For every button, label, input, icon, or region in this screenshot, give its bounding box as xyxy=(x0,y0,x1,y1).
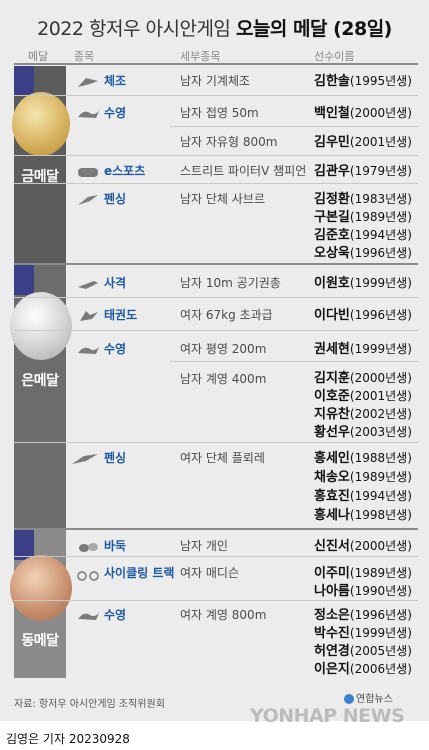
bronze-medal-image xyxy=(10,555,72,621)
gold-athlete-5b: 구본길(1989년생) xyxy=(314,210,412,225)
gold-event-3: 남자 자유형 800m xyxy=(180,135,278,149)
gold-athlete-5d: 오상욱(1996년생) xyxy=(314,246,412,261)
gold-athlete-5a: 김정환(1983년생) xyxy=(314,192,412,207)
silver-medal-label: 은메달 xyxy=(21,373,59,389)
page-title: 2022 항저우 아시안게임 오늘의 메달 (28일) xyxy=(37,18,392,40)
page-title-bold: 오늘의 메달 (28일) xyxy=(235,18,392,40)
source-note: 자료: 항저우 아시안게임 조직위원회 xyxy=(14,699,165,710)
row-divider xyxy=(14,600,418,601)
gold-athlete-4: 김관우(1979년생) xyxy=(314,164,412,179)
row-divider xyxy=(14,155,418,156)
bronze-athlete-1: 신진서(2000년생) xyxy=(314,539,412,554)
taekwondo-icon xyxy=(76,308,100,322)
bronze-athlete-3c: 허연경(2005년생) xyxy=(314,644,412,659)
silver-event-3: 여자 평영 200m xyxy=(180,342,267,356)
fencing-icon xyxy=(70,451,98,465)
gold-athlete-5c: 김준호(1994년생) xyxy=(314,228,412,243)
silver-event-1: 남자 10m 공기권총 xyxy=(180,276,281,290)
swimming-icon xyxy=(76,106,100,120)
header-event: 세부종목 xyxy=(180,50,221,63)
silver-sport-fencing: 펜싱 xyxy=(104,451,127,465)
row-divider xyxy=(14,95,418,96)
bronze-sport-cycling: 사이클링 트랙 xyxy=(104,566,175,580)
silver-sport-shooting: 사격 xyxy=(104,276,127,290)
row-divider xyxy=(14,442,418,443)
bronze-event-3: 여자 계영 800m xyxy=(180,608,267,622)
gymnastics-icon xyxy=(76,74,100,88)
bronze-sport-baduk: 바둑 xyxy=(104,539,127,553)
header-athlete: 선수이름 xyxy=(314,50,355,63)
header-sport: 종목 xyxy=(74,50,95,63)
silver-ribbon xyxy=(14,265,34,295)
bronze-event-1: 남자 개인 xyxy=(180,539,228,553)
gold-athlete-2: 백인철(2000년생) xyxy=(314,106,412,121)
silver-medal-image xyxy=(10,292,72,360)
row-divider xyxy=(170,361,418,362)
silver-athlete-4b: 이호준(2001년생) xyxy=(314,389,412,404)
row-divider xyxy=(14,330,418,331)
bronze-athlete-2b: 나아름(1990년생) xyxy=(314,584,412,599)
silver-athlete-4a: 김지훈(2000년생) xyxy=(314,371,412,386)
yonhap-logo: 연합뉴스 xyxy=(344,690,393,705)
gold-sport-esports: e스포츠 xyxy=(104,164,146,178)
swimming-icon xyxy=(76,608,100,622)
bronze-event-2: 여자 매디슨 xyxy=(180,566,240,580)
cycling-icon xyxy=(76,566,100,581)
gold-sport-swimming: 수영 xyxy=(104,106,127,120)
silver-athlete-2: 이다빈(1996년생) xyxy=(314,308,412,323)
yonhap-logo-icon xyxy=(344,694,354,704)
silver-event-2: 여자 67kg 초과급 xyxy=(180,308,273,322)
bronze-athlete-2a: 이주미(1989년생) xyxy=(314,566,412,581)
silver-athlete-5a: 홍세인(1988년생) xyxy=(314,451,412,466)
shooting-icon xyxy=(76,276,100,290)
bronze-sport-swimming: 수영 xyxy=(104,608,127,622)
row-divider xyxy=(170,126,418,127)
section-divider xyxy=(14,528,418,530)
silver-sport-taekwondo: 태권도 xyxy=(104,308,138,322)
baduk-icon xyxy=(76,539,100,553)
silver-athlete-5b: 채송오(1989년생) xyxy=(314,470,412,485)
gold-sport-gymnastics: 체조 xyxy=(104,74,127,88)
silver-event-4: 남자 계영 400m xyxy=(180,372,267,386)
row-divider xyxy=(14,297,418,298)
header-medal: 메달 xyxy=(28,50,49,63)
gold-event-4: 스트리트 파이터V 챔피언 xyxy=(180,164,307,178)
gold-event-1: 남자 기계체조 xyxy=(180,74,251,88)
watermark: YONHAP NEWS xyxy=(250,705,405,727)
section-divider xyxy=(14,263,418,265)
silver-sport-swimming: 수영 xyxy=(104,342,127,356)
gold-ribbon xyxy=(14,66,34,96)
bronze-athlete-3b: 박수진(1999년생) xyxy=(314,626,412,641)
silver-athlete-1: 이원호(1999년생) xyxy=(314,276,412,291)
bronze-athlete-3d: 이은지(2006년생) xyxy=(314,662,412,677)
row-divider xyxy=(14,183,418,184)
gold-sport-fencing: 펜싱 xyxy=(104,192,127,206)
bronze-medal-label: 동메달 xyxy=(21,633,59,649)
silver-athlete-4d: 황선우(2003년생) xyxy=(314,425,412,440)
silver-athlete-5d: 홍세나(1998년생) xyxy=(314,508,412,523)
silver-event-5: 여자 단체 플뢰레 xyxy=(180,451,265,465)
silver-athlete-3: 권세현(1999년생) xyxy=(314,342,412,357)
fencing-icon xyxy=(76,192,100,206)
bronze-athlete-3a: 정소은(1996년생) xyxy=(314,608,412,623)
gold-athlete-3: 김우민(2001년생) xyxy=(314,135,412,150)
silver-athlete-4c: 지유찬(2002년생) xyxy=(314,407,412,422)
byline: 김영은 기자 20230928 xyxy=(6,732,130,746)
header-divider xyxy=(14,63,418,65)
gold-event-2: 남자 접영 50m xyxy=(180,106,259,120)
swimming-icon xyxy=(76,342,100,356)
gamepad-icon xyxy=(76,164,100,178)
gold-medal-image xyxy=(12,92,70,156)
gold-athlete-1: 김한솔(1995년생) xyxy=(314,74,412,89)
infographic-board: 2022 항저우 아시안게임 오늘의 메달 (28일) 메달 종목 세부종목 선… xyxy=(0,0,429,727)
silver-athlete-5c: 홍효진(1994년생) xyxy=(314,489,412,504)
row-divider xyxy=(14,556,418,557)
gold-event-5: 남자 단체 사브르 xyxy=(180,192,265,206)
